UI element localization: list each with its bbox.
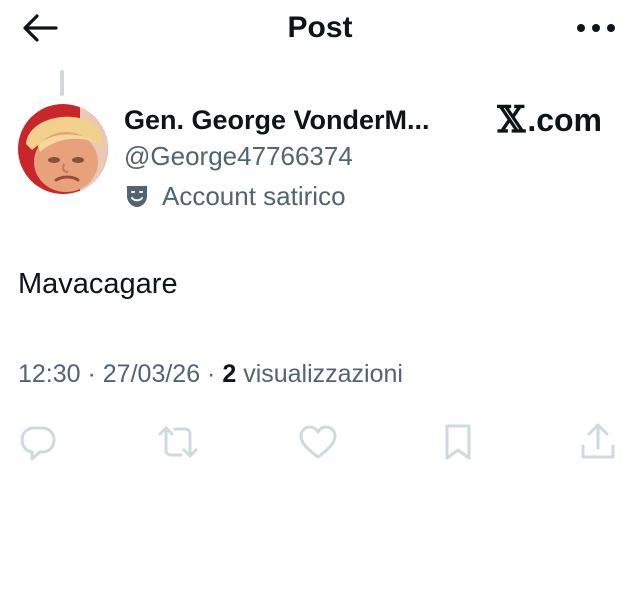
share-icon <box>581 423 615 459</box>
like-button[interactable] <box>296 420 340 464</box>
post-date[interactable]: 27/03/26 <box>103 360 200 388</box>
x-logo-icon: 𝕏 <box>497 99 526 141</box>
theater-masks-icon <box>127 186 147 207</box>
page-title: Post <box>287 11 353 44</box>
more-button[interactable] <box>574 8 618 48</box>
post-time[interactable]: 12:30 <box>18 360 81 388</box>
header: Post <box>0 0 640 56</box>
repost-icon <box>158 426 198 458</box>
satire-label-text: Account satirico <box>162 180 346 211</box>
author-handle[interactable]: @George47766374 <box>124 138 353 174</box>
bookmark-icon <box>445 424 471 460</box>
avatar-image <box>18 104 108 194</box>
thread-connector-line <box>60 70 64 96</box>
more-horizontal-icon <box>577 24 615 32</box>
action-bar <box>0 420 640 464</box>
satire-account-label: Account satirico <box>124 178 346 214</box>
repost-button[interactable] <box>156 420 200 464</box>
bookmark-button[interactable] <box>436 420 480 464</box>
views-label: visualizzazioni <box>243 360 403 388</box>
post-text: Mavacagare <box>18 268 178 300</box>
meta-separator: · <box>80 360 103 388</box>
author-display-name[interactable]: Gen. George VonderM... <box>124 102 430 138</box>
share-button[interactable] <box>576 420 620 464</box>
xcom-logo: 𝕏 .com <box>497 100 602 140</box>
post-meta: 12:30 · 27/03/26 · 2 visualizzazioni <box>18 356 403 392</box>
avatar[interactable] <box>18 104 108 194</box>
meta-separator: · <box>200 360 223 388</box>
reply-button[interactable] <box>16 420 60 464</box>
heart-icon <box>299 425 337 459</box>
xcom-logo-text: .com <box>527 102 602 138</box>
post-page: Post Gen. George VonderM... @George47766… <box>0 0 640 598</box>
views-count: 2 <box>222 360 237 388</box>
reply-icon <box>20 426 56 461</box>
